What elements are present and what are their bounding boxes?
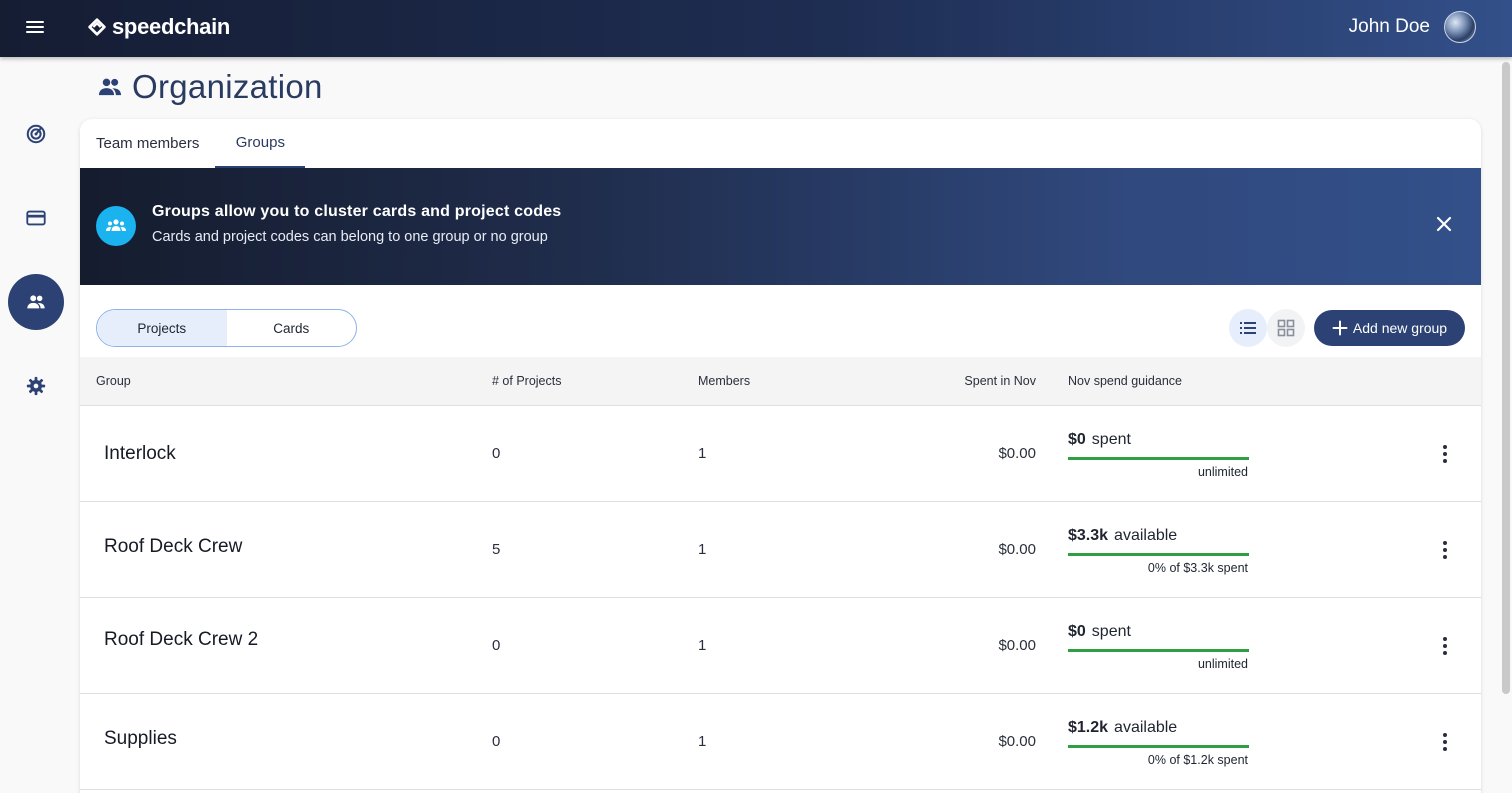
table-row[interactable]: Interlock 0 1 $0.00 $0 spent unlimited (80, 406, 1481, 502)
project-count: 5 (492, 541, 501, 558)
page-title: Organization (96, 68, 323, 106)
info-banner: Groups allow you to cluster cards and pr… (80, 168, 1481, 285)
people-icon (27, 295, 45, 309)
grid-view-button[interactable] (1267, 309, 1305, 347)
more-options-icon[interactable] (1435, 442, 1455, 466)
projects-cards-toggle: Projects Cards (96, 309, 357, 347)
tab-team-members[interactable]: Team members (80, 119, 215, 168)
guidance-detail: unlimited (1197, 465, 1248, 479)
table-row[interactable]: Roof Deck Crew 2 0 1 $0.00 $0 spent unlim… (80, 598, 1481, 694)
spend-progress-bar (1068, 745, 1249, 748)
add-new-group-button[interactable]: Add new group (1314, 310, 1465, 346)
spent-amount: $0.00 (998, 445, 1036, 462)
guidance-label: available (1114, 719, 1178, 736)
spend-guidance: $3.3k available (1068, 527, 1177, 545)
avatar[interactable] (1444, 11, 1476, 43)
speedchain-logo-icon (88, 18, 106, 36)
spent-amount: $0.00 (998, 733, 1036, 750)
table-row[interactable]: Supplies 0 1 $0.00 $1.2k available 0% of … (80, 694, 1481, 790)
column-header-spent[interactable]: Spent in Nov (964, 374, 1036, 388)
group-name: Roof Deck Crew 2 (104, 629, 259, 650)
sidebar-item-organization[interactable] (8, 274, 64, 330)
table-header: Group # of Projects Members Spent in Nov… (80, 357, 1481, 406)
close-icon[interactable] (1435, 215, 1453, 233)
spend-guidance: $0 spent (1068, 431, 1131, 449)
groups-card: Team members Groups Groups allow you to … (80, 119, 1481, 793)
spent-amount: $0.00 (998, 541, 1036, 558)
guidance-label: spent (1091, 431, 1131, 448)
group-name: Supplies (104, 728, 177, 749)
guidance-amount: $3.3k (1068, 527, 1109, 544)
spend-progress-bar (1068, 649, 1249, 652)
credit-card-icon (26, 210, 46, 226)
guidance-detail: unlimited (1197, 657, 1248, 671)
banner-title: Groups allow you to cluster cards and pr… (152, 203, 562, 220)
guidance-detail: 0% of $3.3k spent (1147, 561, 1248, 575)
group-name: Roof Deck Crew (104, 536, 243, 557)
grid-view-icon (1277, 319, 1295, 337)
tab-groups[interactable]: Groups (215, 119, 306, 168)
sidebar-item-dashboard[interactable] (8, 106, 64, 162)
project-count: 0 (492, 445, 501, 462)
scrollbar[interactable] (1502, 62, 1510, 694)
sidebar-item-settings[interactable] (8, 358, 64, 414)
more-options-icon[interactable] (1435, 634, 1455, 658)
sidebar-item-cards[interactable] (8, 190, 64, 246)
spend-guidance: $1.2k available (1068, 719, 1177, 737)
column-header-guidance[interactable]: Nov spend guidance (1068, 374, 1182, 388)
guidance-detail: 0% of $1.2k spent (1147, 753, 1248, 767)
people-icon (98, 78, 122, 96)
groups-icon (96, 206, 136, 246)
sidebar-nav (0, 57, 72, 793)
toggle-cards[interactable]: Cards (227, 310, 357, 346)
more-options-icon[interactable] (1435, 730, 1455, 754)
list-view-icon (1240, 322, 1256, 334)
brand-logo[interactable]: speedchain (86, 14, 230, 40)
column-header-members[interactable]: Members (698, 374, 750, 388)
member-count: 1 (698, 541, 707, 558)
spend-progress-bar (1068, 457, 1249, 460)
brand-name: speedchain (112, 14, 231, 39)
guidance-amount: $0 (1068, 623, 1086, 640)
list-view-button[interactable] (1229, 309, 1267, 347)
more-options-icon[interactable] (1435, 538, 1455, 562)
hamburger-menu-icon[interactable] (22, 18, 48, 40)
spend-guidance: $0 spent (1068, 623, 1131, 641)
table-row[interactable]: Roof Deck Crew 5 1 $0.00 $3.3k available … (80, 502, 1481, 598)
member-count: 1 (698, 637, 707, 654)
member-count: 1 (698, 733, 707, 750)
add-new-group-label: Add new group (1352, 320, 1448, 336)
gear-icon (26, 376, 46, 396)
project-count: 0 (492, 637, 501, 654)
group-name: Interlock (104, 443, 176, 464)
spent-amount: $0.00 (998, 637, 1036, 654)
plus-icon (1332, 320, 1348, 336)
guidance-label: available (1114, 527, 1178, 544)
project-count: 0 (492, 733, 501, 750)
radar-icon (26, 124, 46, 144)
member-count: 1 (698, 445, 707, 462)
user-name: John Doe (1348, 16, 1430, 37)
guidance-amount: $0 (1068, 431, 1086, 448)
guidance-amount: $1.2k (1068, 719, 1109, 736)
column-header-group[interactable]: Group (96, 374, 131, 388)
user-menu[interactable]: John Doe (1349, 11, 1476, 43)
top-app-bar: speedchain John Doe (0, 0, 1512, 57)
page-title-text: Organization (132, 68, 323, 105)
people-group-icon (106, 219, 126, 231)
spend-progress-bar (1068, 553, 1249, 556)
toggle-projects[interactable]: Projects (97, 310, 227, 346)
guidance-label: spent (1091, 623, 1131, 640)
banner-subtitle: Cards and project codes can belong to on… (152, 229, 548, 245)
tab-bar: Team members Groups (80, 119, 306, 168)
column-header-projects[interactable]: # of Projects (492, 374, 561, 388)
